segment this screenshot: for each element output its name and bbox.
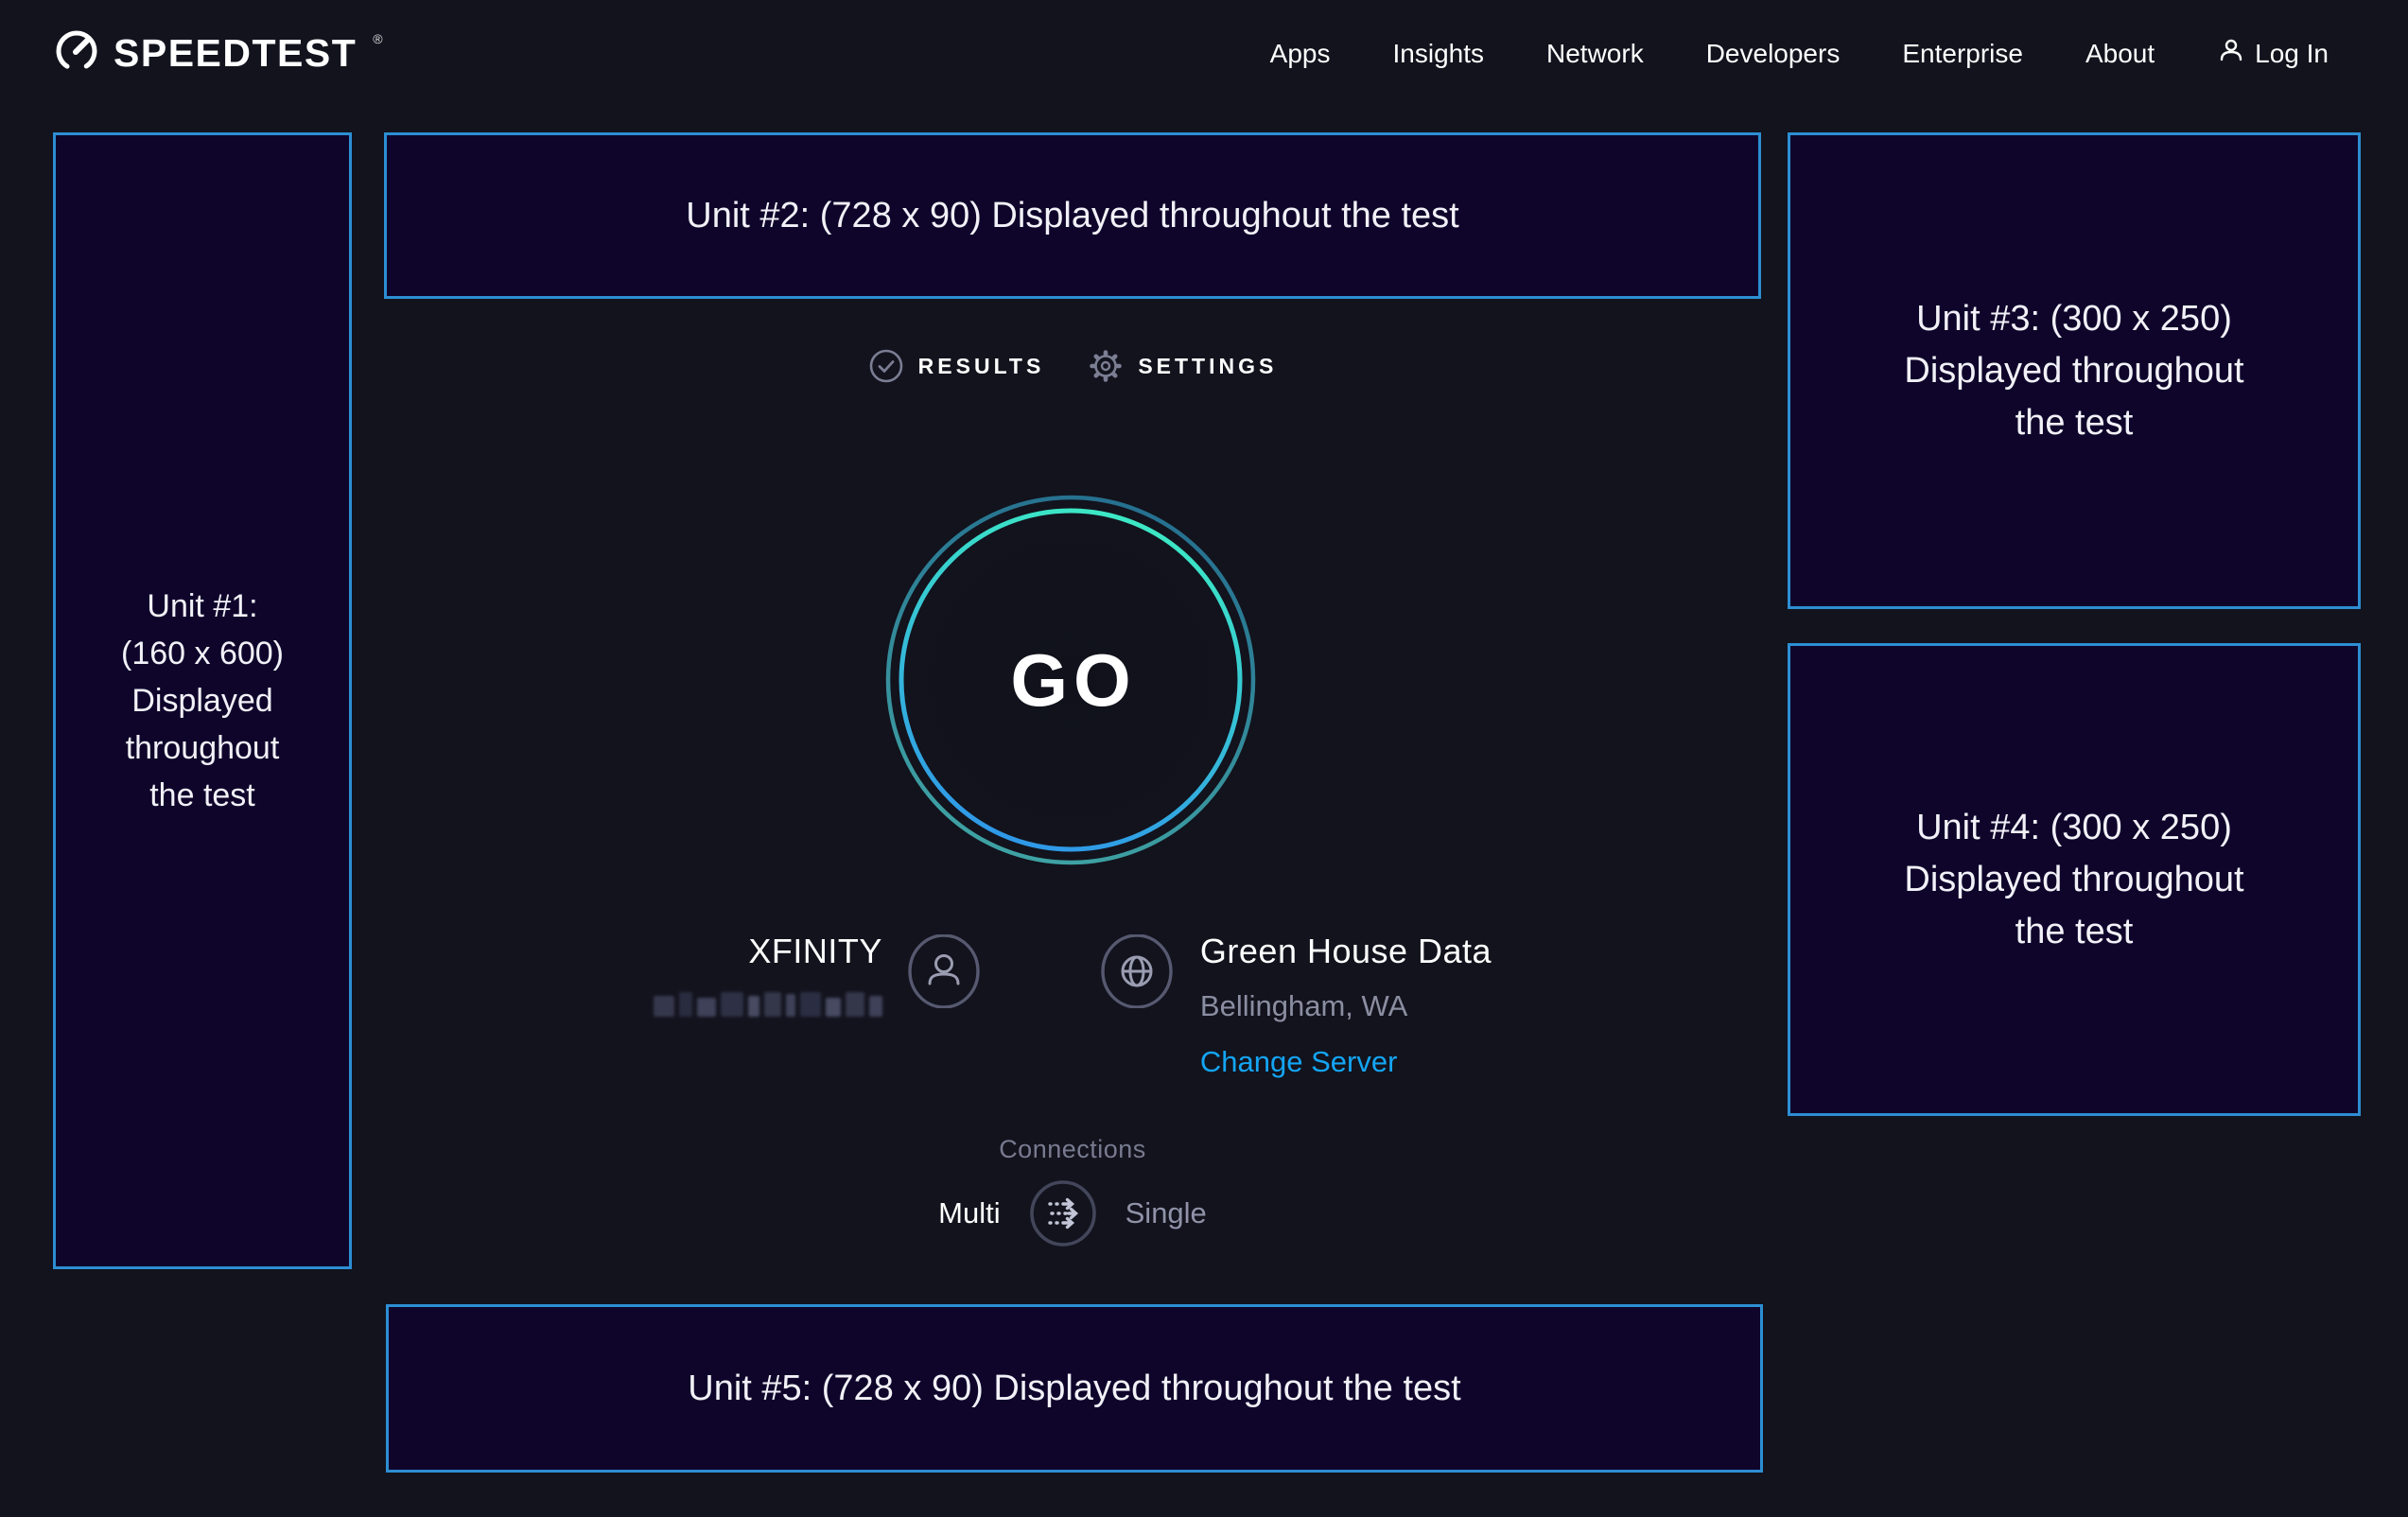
nav-item-network[interactable]: Network bbox=[1546, 39, 1644, 69]
speedtest-logo[interactable]: SPEEDTEST ® bbox=[53, 27, 380, 79]
tab-settings-label: SETTINGS bbox=[1138, 354, 1277, 379]
user-icon bbox=[2217, 36, 2245, 71]
server-info: Green House Data Bellingham, WA Change S… bbox=[1200, 932, 1492, 1079]
connections-toggle-row: Multi Single bbox=[384, 1179, 1761, 1247]
tabs-row: RESULTS bbox=[384, 348, 1761, 384]
ad-unit-2-banner-top[interactable]: Unit #2: (728 x 90) Displayed throughout… bbox=[384, 132, 1761, 299]
nav-item-enterprise[interactable]: Enterprise bbox=[1902, 39, 2023, 69]
gauge-icon bbox=[53, 27, 100, 79]
nav-item-developers[interactable]: Developers bbox=[1706, 39, 1841, 69]
top-nav-bar: SPEEDTEST ® Apps Insights Network Develo… bbox=[0, 0, 2408, 107]
client-ip-redacted bbox=[654, 992, 882, 1017]
main-nav: Apps Insights Network Developers Enterpr… bbox=[1270, 0, 2329, 107]
tab-results-label: RESULTS bbox=[918, 354, 1045, 379]
connections-toggle-icon[interactable] bbox=[1029, 1179, 1097, 1247]
isp-person-icon bbox=[907, 934, 981, 1008]
check-circle-icon bbox=[868, 348, 904, 384]
connection-info-row: XFINITY bbox=[384, 932, 1761, 1079]
gear-icon bbox=[1088, 348, 1124, 384]
ad-unit-3-text: Unit #3: (300 x 250) Displayed throughou… bbox=[1904, 293, 2243, 449]
login-button[interactable]: Log In bbox=[2217, 36, 2329, 71]
speedtest-page: SPEEDTEST ® Apps Insights Network Develo… bbox=[0, 0, 2408, 1517]
connections-single-option[interactable]: Single bbox=[1125, 1196, 1207, 1230]
logo-wordmark: SPEEDTEST bbox=[113, 31, 357, 76]
ad-unit-1-text: Unit #1: (160 x 600) Displayed throughou… bbox=[121, 583, 284, 819]
ad-unit-1-skyscraper[interactable]: Unit #1: (160 x 600) Displayed throughou… bbox=[53, 132, 352, 1269]
nav-item-about[interactable]: About bbox=[2085, 39, 2155, 69]
connections-label: Connections bbox=[384, 1135, 1761, 1164]
go-label: GO bbox=[883, 493, 1258, 867]
server-globe-icon bbox=[1100, 934, 1174, 1008]
ad-unit-2-text: Unit #2: (728 x 90) Displayed throughout… bbox=[686, 196, 1458, 236]
server-name: Green House Data bbox=[1200, 932, 1492, 971]
tab-results[interactable]: RESULTS bbox=[868, 348, 1045, 384]
nav-item-insights[interactable]: Insights bbox=[1393, 39, 1485, 69]
ad-unit-5-banner-bottom[interactable]: Unit #5: (728 x 90) Displayed throughout… bbox=[386, 1304, 1763, 1473]
client-isp-name: XFINITY bbox=[748, 932, 882, 971]
tab-settings[interactable]: SETTINGS bbox=[1088, 348, 1277, 384]
login-label: Log In bbox=[2255, 39, 2329, 69]
nav-item-apps[interactable]: Apps bbox=[1270, 39, 1331, 69]
logo-trademark: ® bbox=[373, 31, 382, 46]
ad-unit-3-rectangle[interactable]: Unit #3: (300 x 250) Displayed throughou… bbox=[1788, 132, 2361, 609]
ad-unit-5-text: Unit #5: (728 x 90) Displayed throughout… bbox=[688, 1369, 1460, 1409]
go-button[interactable]: GO bbox=[883, 493, 1258, 867]
server-location: Bellingham, WA bbox=[1200, 989, 1492, 1023]
ad-unit-4-text: Unit #4: (300 x 250) Displayed throughou… bbox=[1904, 802, 2243, 958]
ad-unit-4-rectangle[interactable]: Unit #4: (300 x 250) Displayed throughou… bbox=[1788, 643, 2361, 1116]
change-server-link[interactable]: Change Server bbox=[1200, 1045, 1492, 1079]
client-info: XFINITY bbox=[654, 932, 882, 1079]
connections-multi-option[interactable]: Multi bbox=[938, 1196, 1000, 1230]
